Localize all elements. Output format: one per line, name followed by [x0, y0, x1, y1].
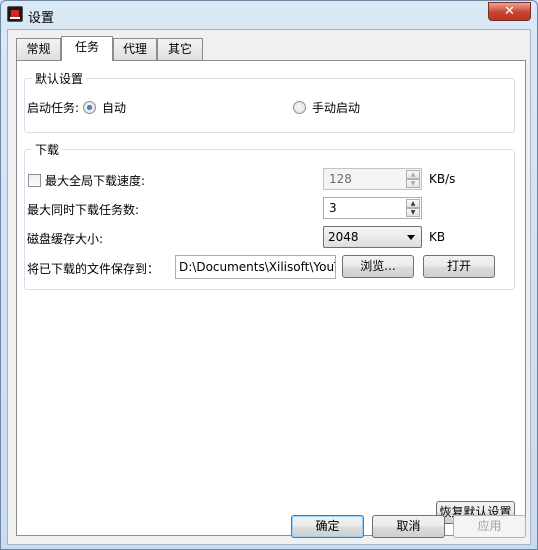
close-button[interactable]: ✕	[488, 2, 531, 21]
disk-cache-value: 2048	[328, 230, 359, 244]
max-speed-value: 128	[329, 172, 352, 186]
max-tasks-up-icon[interactable]: ▲	[406, 199, 420, 208]
manual-start-radio[interactable]	[293, 101, 306, 114]
open-button[interactable]: 打开	[423, 255, 495, 278]
max-speed-label[interactable]: 最大全局下载速度:	[45, 172, 145, 189]
save-path-label: 将已下载的文件保存到：	[27, 262, 160, 276]
title-bar: 设置 ✕	[1, 1, 537, 29]
task-tab-panel: 默认设置 启动任务: 自动 手动启动 下载 最大全局下载速度: 128 ▲ ▼	[16, 60, 526, 536]
chevron-down-icon	[407, 235, 415, 240]
max-tasks-down-icon[interactable]: ▼	[406, 208, 420, 217]
save-path-input[interactable]: D:\Documents\Xilisoft\YouT	[175, 255, 336, 279]
apply-button[interactable]: 应用	[453, 515, 526, 538]
default-settings-group: 默认设置 启动任务: 自动 手动启动	[24, 70, 515, 133]
save-path-value: D:\Documents\Xilisoft\YouT	[179, 260, 336, 274]
disk-cache-select[interactable]: 2048	[323, 226, 422, 248]
disk-cache-label: 磁盘缓存大小:	[27, 232, 104, 246]
tab-general[interactable]: 常规	[16, 38, 61, 60]
ok-button[interactable]: 确定	[291, 515, 364, 538]
startup-task-label: 启动任务:	[27, 101, 80, 115]
tab-other[interactable]: 其它	[157, 38, 203, 60]
tab-task[interactable]: 任务	[61, 36, 113, 61]
settings-window: 设置 ✕ 常规 任务 代理 其它 默认设置 启动任务: 自动 手动启动 下载 最…	[0, 0, 538, 550]
max-tasks-stepper[interactable]: 3 ▲ ▼	[323, 197, 422, 219]
max-tasks-value: 3	[329, 201, 337, 215]
auto-radio[interactable]	[83, 101, 96, 114]
max-speed-unit: KB/s	[429, 172, 456, 186]
max-speed-down-icon[interactable]: ▼	[406, 179, 420, 188]
default-settings-label: 默认设置	[32, 70, 87, 87]
download-group-label: 下载	[32, 141, 63, 158]
max-tasks-label: 最大同时下载任务数:	[27, 203, 140, 217]
browse-button[interactable]: 浏览...	[342, 255, 414, 278]
disk-cache-unit: KB	[429, 230, 446, 244]
download-group: 下载 最大全局下载速度: 128 ▲ ▼ KB/s 最大同时下载任务数: 3 ▲	[24, 141, 515, 290]
auto-radio-label[interactable]: 自动	[102, 99, 126, 116]
manual-start-radio-label[interactable]: 手动启动	[312, 99, 360, 116]
cancel-button[interactable]: 取消	[372, 515, 445, 538]
app-icon	[7, 6, 23, 22]
max-speed-checkbox[interactable]	[28, 174, 41, 187]
max-speed-stepper[interactable]: 128 ▲ ▼	[323, 168, 422, 190]
max-speed-up-icon[interactable]: ▲	[406, 170, 420, 179]
window-title: 设置	[28, 11, 55, 26]
tab-proxy[interactable]: 代理	[113, 38, 157, 60]
dialog-body: 常规 任务 代理 其它 默认设置 启动任务: 自动 手动启动 下载 最大全局下载…	[7, 29, 531, 545]
